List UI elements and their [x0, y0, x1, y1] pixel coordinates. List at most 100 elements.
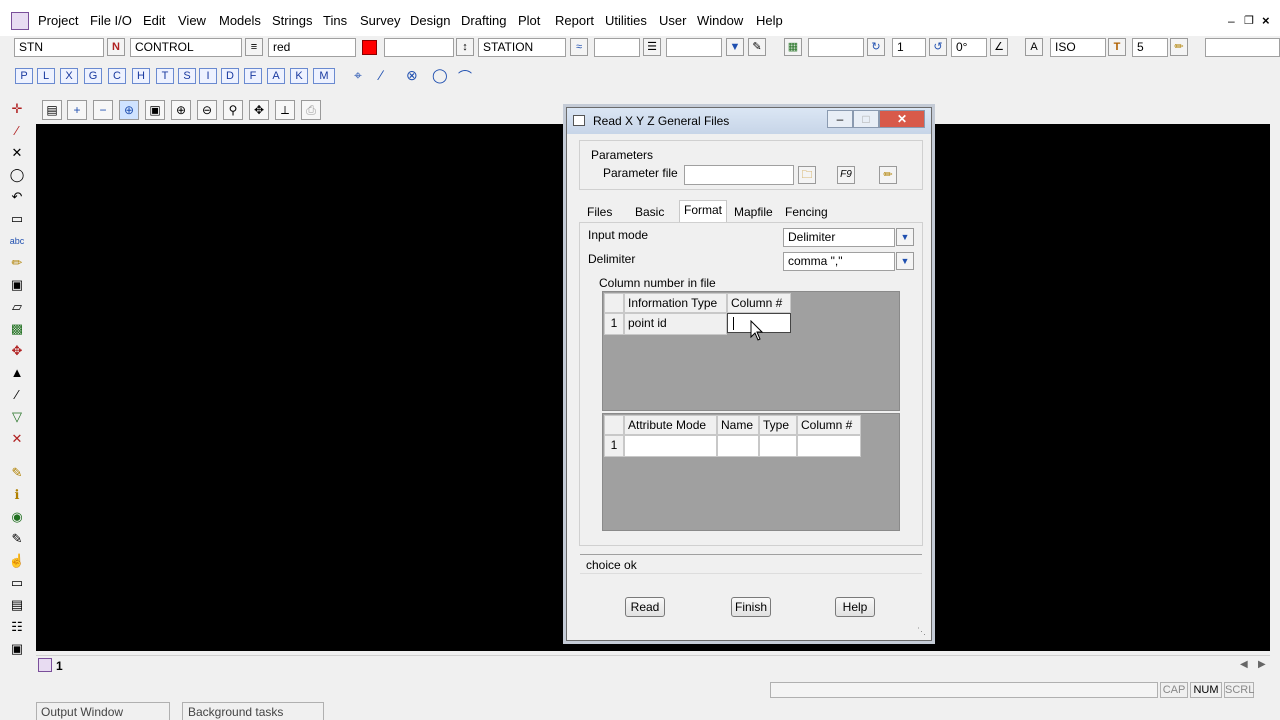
help-button[interactable]: Help	[835, 597, 875, 617]
menu-report[interactable]: Report	[555, 13, 594, 28]
dialog-close-button[interactable]: ✕	[879, 110, 925, 128]
view-tab-icon[interactable]	[38, 658, 52, 672]
menu-edit[interactable]: Edit	[143, 13, 165, 28]
view-add-icon[interactable]: +	[67, 100, 87, 120]
view-tab-label[interactable]: 1	[56, 659, 63, 673]
text-size-button[interactable]: T	[1108, 38, 1126, 56]
zoom-window-icon[interactable]: ▣	[145, 100, 165, 120]
rectangle-tool-icon[interactable]: ▭	[8, 210, 26, 228]
tab-format[interactable]: Format	[679, 200, 728, 223]
blank-field-5[interactable]	[1205, 38, 1280, 57]
edit-tool-icon[interactable]: ✎	[8, 464, 26, 482]
attr-mode-cell[interactable]	[624, 435, 717, 457]
style-icon[interactable]: ↕	[456, 38, 474, 56]
snap-x-button[interactable]: X	[60, 68, 78, 84]
colour-field[interactable]: red	[268, 38, 356, 57]
parameter-file-input[interactable]	[684, 165, 794, 185]
n-button[interactable]: N	[107, 38, 125, 56]
weight-field[interactable]: 1	[892, 38, 926, 57]
intersect-snap-icon[interactable]: ⊗	[406, 67, 418, 84]
print-icon[interactable]: ⎙	[301, 100, 321, 120]
fill-tool-icon[interactable]: ▩	[8, 320, 26, 338]
blank-field-4[interactable]	[808, 38, 864, 57]
circle-tool-icon[interactable]: ◯	[8, 166, 26, 184]
snap-i-button[interactable]: I	[199, 68, 217, 84]
finish-button[interactable]: Finish	[731, 597, 771, 617]
select-tool-icon[interactable]: ▣	[8, 276, 26, 294]
arc-tool-icon[interactable]: ↶	[8, 188, 26, 206]
blank-field-3[interactable]	[666, 38, 722, 57]
edit-parameter-icon[interactable]: ✏	[879, 166, 897, 184]
model-field[interactable]: CONTROL	[130, 38, 242, 57]
menu-view[interactable]: View	[178, 13, 206, 28]
info-tool-icon[interactable]: ℹ	[8, 486, 26, 504]
dialog-titlebar[interactable]: Read X Y Z General Files – □ ✕	[567, 108, 931, 134]
dialog-minimize-button[interactable]: –	[827, 110, 853, 128]
note-tool-icon[interactable]: ✎	[8, 530, 26, 548]
tab-mapfile[interactable]: Mapfile	[730, 203, 777, 221]
model-picker-icon[interactable]: ≡	[245, 38, 263, 56]
delete-tool-icon[interactable]: ✕	[8, 430, 26, 448]
menu-strings[interactable]: Strings	[272, 13, 312, 28]
menu-models[interactable]: Models	[219, 13, 261, 28]
layer-tool-icon[interactable]: ▤	[8, 596, 26, 614]
menu-utilities[interactable]: Utilities	[605, 13, 647, 28]
restore-app-icon[interactable]: ❐	[1244, 14, 1254, 27]
line-tool-icon[interactable]: ∕	[8, 122, 26, 140]
brush-tool-icon[interactable]: ✏	[8, 254, 26, 272]
view-new-icon[interactable]: ▤	[42, 100, 62, 120]
text-tool-icon[interactable]: abc	[8, 232, 26, 250]
menu-project[interactable]: Project	[38, 13, 78, 28]
snap-l-button[interactable]: L	[37, 68, 55, 84]
tab-files[interactable]: Files	[583, 203, 616, 221]
blank-field-2[interactable]	[594, 38, 640, 57]
snap-c-button[interactable]: C	[108, 68, 126, 84]
zoom-out-icon[interactable]: ⊖	[197, 100, 217, 120]
snap-a-button[interactable]: A	[267, 68, 285, 84]
menu-tins[interactable]: Tins	[323, 13, 347, 28]
refresh-icon[interactable]: ↻	[867, 38, 885, 56]
pan-icon[interactable]: ✥	[249, 100, 269, 120]
snap-p-button[interactable]: P	[15, 68, 33, 84]
tab-fencing[interactable]: Fencing	[781, 203, 832, 221]
snap-m-button[interactable]: M	[313, 68, 335, 84]
arc-snap-icon[interactable]: ⌒	[458, 67, 472, 87]
menu-window[interactable]: Window	[697, 13, 743, 28]
snap-s-button[interactable]: S	[178, 68, 196, 84]
resize-grip-icon[interactable]: ⋱	[917, 626, 926, 637]
snap-f-button[interactable]: F	[244, 68, 262, 84]
app-icon[interactable]	[11, 12, 29, 30]
attr-column-cell[interactable]	[797, 435, 861, 457]
grid-icon[interactable]: ▦	[784, 38, 802, 56]
zoom-extent-icon[interactable]: ⊕	[171, 100, 191, 120]
move-tool-icon[interactable]: ✥	[8, 342, 26, 360]
menu-file-io[interactable]: File I/O	[90, 13, 132, 28]
window-tool-icon[interactable]: ▭	[8, 574, 26, 592]
text-style-icon[interactable]: A	[1025, 38, 1043, 56]
name-field[interactable]: STN	[14, 38, 104, 57]
menu-drafting[interactable]: Drafting	[461, 13, 507, 28]
snap-h-button[interactable]: H	[132, 68, 150, 84]
attr-name-cell[interactable]	[717, 435, 759, 457]
delimiter-dropdown-icon[interactable]: ▼	[896, 252, 914, 270]
locate-tool-icon[interactable]: ◉	[8, 508, 26, 526]
input-mode-select[interactable]: Delimiter	[783, 228, 895, 247]
angle-icon[interactable]: ∠	[990, 38, 1008, 56]
delimiter-select[interactable]: comma ","	[783, 252, 895, 271]
close-app-icon[interactable]: ×	[1262, 13, 1270, 28]
tab-scroll-right-icon[interactable]: ▶	[1258, 659, 1266, 670]
snap-k-button[interactable]: K	[290, 68, 308, 84]
colour-swatch[interactable]	[362, 40, 377, 55]
text-size-field[interactable]: 5	[1132, 38, 1168, 57]
shape-tool-icon[interactable]: ▽	[8, 408, 26, 426]
menu-plot[interactable]: Plot	[518, 13, 540, 28]
tab-basic[interactable]: Basic	[631, 203, 668, 221]
point-tool-icon[interactable]: ✛	[8, 100, 26, 118]
minimize-app-icon[interactable]: –	[1228, 14, 1235, 28]
snap-g-button[interactable]: G	[84, 68, 102, 84]
rotate-icon[interactable]: ↺	[929, 38, 947, 56]
menu-design[interactable]: Design	[410, 13, 450, 28]
view-remove-icon[interactable]: −	[93, 100, 113, 120]
pen-icon[interactable]: ✎	[748, 38, 766, 56]
info-type-cell[interactable]: point id	[624, 313, 727, 335]
